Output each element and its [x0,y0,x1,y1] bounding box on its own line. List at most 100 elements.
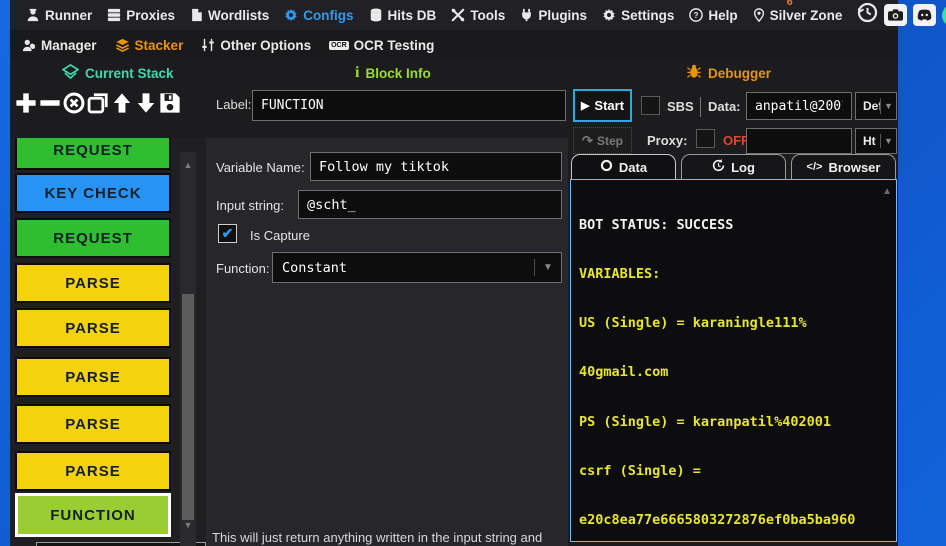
step-button[interactable]: ↷ Step [573,127,632,154]
history-icon[interactable] [857,2,878,28]
input-string-input[interactable] [298,190,562,219]
tab-data[interactable]: Data [571,154,676,179]
current-stack-title: Current Stack [85,66,174,81]
menu-label: Hits DB [388,8,437,23]
tab-label: Data [619,160,647,175]
menu-proxies[interactable]: Proxies [107,8,175,23]
block-label-input[interactable] [252,90,566,121]
map-pin-icon [753,8,765,22]
start-label: Start [594,98,624,113]
stack-block-parse-2[interactable]: PARSE [15,308,171,348]
plugins-icon [520,8,533,22]
variable-name-input[interactable] [310,152,562,181]
menu-label: Stacker [135,38,184,53]
menu-settings[interactable]: Settings [602,8,674,23]
hits-db-icon [369,8,383,22]
stack-block-request-1[interactable]: REQUEST [15,138,171,170]
main-menubar: Runner Proxies Wordlists Configs Hits DB… [10,0,898,30]
step-label: Step [597,134,623,148]
tab-browser[interactable]: </> Browser [791,154,896,179]
move-down-icon[interactable] [134,88,157,118]
proxy-input[interactable] [746,128,852,154]
menu-other-options[interactable]: Other Options [201,38,311,53]
stack-block-parse-5[interactable]: PARSE [15,451,171,491]
move-up-icon[interactable] [110,88,133,118]
stack-block-parse-3[interactable]: PARSE [15,357,171,397]
telegram-icon[interactable] [942,4,946,27]
menu-tools[interactable]: Tools [451,8,505,23]
menu-label: Tools [470,8,505,23]
menu-silver-zone[interactable]: 6 Silver Zone [753,8,843,23]
menu-label: Settings [621,8,674,23]
discord-icon[interactable] [913,4,936,26]
stack-block-request-2[interactable]: REQUEST [15,218,171,258]
stack-block-function-selected[interactable]: FUNCTION [15,493,171,537]
bug-icon [686,64,702,82]
browser-tab-icon: </> [807,161,823,173]
menu-label: Wordlists [208,8,269,23]
menu-hits-db[interactable]: Hits DB [369,8,437,23]
save-icon[interactable] [158,88,181,118]
remove-block-icon[interactable] [38,88,61,118]
log-line: US (Single) = karaningle111% [579,315,894,331]
menu-configs[interactable]: Configs [284,8,353,23]
proxies-icon [107,8,121,22]
data-caption: Data: [708,99,741,114]
is-capture-checkbox[interactable]: ✔ [218,224,237,243]
log-line: PS (Single) = karanpatil%402001 [579,414,894,430]
menu-manager[interactable]: Manager [22,38,97,53]
scroll-up-icon[interactable]: ▲ [180,158,196,172]
scroll-down-icon[interactable]: ▼ [180,518,196,532]
proxy-caption: Proxy: [647,133,687,148]
menu-ocr-testing[interactable]: OCR OCR Testing [329,38,434,53]
chevron-down-icon: ▼ [535,262,561,273]
function-dropdown[interactable]: Constant ▼ [272,252,562,283]
menu-runner[interactable]: Runner [26,8,92,23]
log-tab-icon [712,159,725,175]
proxy-checkbox[interactable] [696,129,715,148]
block-info-title: Block Info [365,66,430,81]
notification-badge: 6 [787,0,793,8]
tab-log[interactable]: Log [681,154,786,179]
block-info-panel: Variable Name: Input string: ✔ Is Captur… [206,138,568,546]
menu-label: Help [708,8,737,23]
function-value: Constant [273,260,534,276]
menu-plugins[interactable]: Plugins [520,8,587,23]
clone-block-icon[interactable] [86,88,109,118]
chevron-down-icon: ▼ [881,136,896,146]
sbs-label: SBS [667,99,694,114]
data-input[interactable] [746,92,852,120]
proxy-type-value: Ht [856,134,880,148]
debugger-tabs: Data Log </> Browser [571,154,896,179]
tools-icon [451,8,465,22]
start-button[interactable]: ▶ Start [573,89,632,122]
camera-icon[interactable] [884,4,907,26]
menu-label: OCR Testing [354,38,435,53]
menu-help[interactable]: ? Help [689,8,737,23]
stack-block-parse-1[interactable]: PARSE [15,263,171,303]
add-block-icon[interactable] [14,88,37,118]
menu-wordlists[interactable]: Wordlists [190,8,269,23]
info-icon: i [355,64,359,82]
block-info-header: i Block Info [355,64,431,82]
proxy-type-dropdown[interactable]: Ht ▼ [855,128,897,154]
debugger-title: Debugger [708,66,771,81]
step-arrow-icon: ↷ [582,133,593,149]
clear-stack-icon[interactable] [62,88,85,118]
sliders-icon [201,38,215,52]
input-string-label: Input string: [216,198,284,213]
stack-scrollbar-thumb[interactable] [182,294,194,520]
svg-text:?: ? [694,11,699,20]
stack-block-key-check[interactable]: KEY CHECK [15,173,171,213]
tray-icons [857,2,946,28]
data-tab-icon [600,159,613,175]
tab-label: Browser [828,160,880,175]
menu-stacker[interactable]: Stacker [115,38,184,53]
tab-label: Log [731,160,755,175]
scroll-up-icon[interactable]: ▲ [882,186,892,197]
log-line: e20c8ea77e6665803272876ef0ba5ba960 [579,512,894,528]
data-type-dropdown[interactable]: Def ▼ [855,92,897,120]
sbs-checkbox[interactable] [641,96,660,115]
stack-block-parse-4[interactable]: PARSE [15,404,171,444]
menu-label: Silver Zone [770,8,843,23]
